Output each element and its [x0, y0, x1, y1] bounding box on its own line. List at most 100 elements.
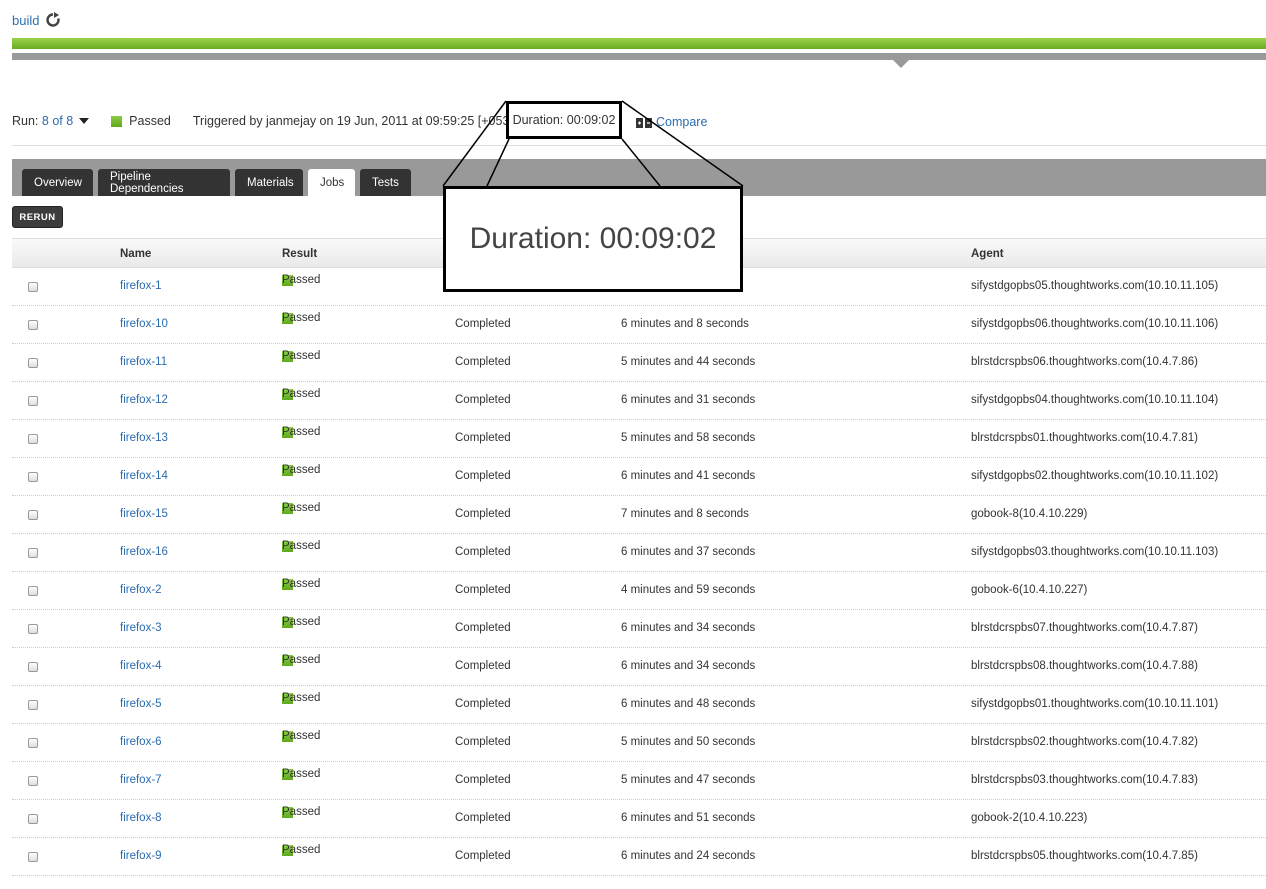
- job-link[interactable]: firefox-14: [120, 470, 168, 482]
- breadcrumb: build: [12, 12, 61, 28]
- row-checkbox[interactable]: [28, 434, 38, 444]
- job-agent: sifystdgopbs03.thoughtworks.com(10.10.11…: [971, 546, 1219, 558]
- job-agent: blrstdcrspbs01.thoughtworks.com(10.4.7.8…: [971, 432, 1198, 444]
- table-row: firefox-3 Passed Completed 6 minutes and 34…: [12, 610, 1266, 648]
- table-row: firefox-7 Passed Completed 5 minutes and 47…: [12, 762, 1266, 800]
- refresh-icon[interactable]: [45, 12, 61, 28]
- header-agent[interactable]: Agent: [971, 248, 1004, 260]
- status-bar-passed: [12, 38, 1266, 49]
- job-agent: gobook-8(10.4.10.229): [971, 508, 1088, 520]
- job-state: Completed: [455, 432, 511, 444]
- row-checkbox[interactable]: [28, 814, 38, 824]
- job-result-text: Passed: [282, 654, 321, 666]
- job-agent: blrstdcrspbs02.thoughtworks.com(10.4.7.8…: [971, 736, 1198, 748]
- tab-jobs[interactable]: Jobs: [308, 169, 355, 196]
- job-link[interactable]: firefox-6: [120, 736, 162, 748]
- job-link[interactable]: firefox-15: [120, 508, 168, 520]
- table-row: firefox-2 Passed Completed 4 minutes and 59…: [12, 572, 1266, 610]
- row-checkbox[interactable]: [28, 624, 38, 634]
- tab-materials[interactable]: Materials: [235, 169, 303, 196]
- row-checkbox[interactable]: [28, 510, 38, 520]
- row-checkbox[interactable]: [28, 776, 38, 786]
- row-checkbox[interactable]: [28, 320, 38, 330]
- row-checkbox[interactable]: [28, 738, 38, 748]
- table-row: firefox-16 Passed Completed 6 minutes and 3…: [12, 534, 1266, 572]
- job-link[interactable]: firefox-16: [120, 546, 168, 558]
- job-link[interactable]: firefox-11: [120, 356, 167, 368]
- job-agent: sifystdgopbs01.thoughtworks.com(10.10.11…: [971, 698, 1219, 710]
- caret-down-icon[interactable]: [79, 118, 90, 124]
- job-link[interactable]: firefox-4: [120, 660, 162, 672]
- compare-link[interactable]: Compare: [656, 115, 707, 129]
- job-link[interactable]: firefox-9: [120, 850, 162, 862]
- jobs-table: Name Result Agent firefox-1 Passed sifystd…: [12, 238, 1266, 876]
- job-state: Completed: [455, 774, 511, 786]
- job-link[interactable]: firefox-8: [120, 812, 162, 824]
- tab-pipeline-dependencies[interactable]: Pipeline Dependencies: [98, 169, 230, 196]
- tab-overview[interactable]: Overview: [22, 169, 93, 196]
- row-checkbox[interactable]: [28, 282, 38, 292]
- rerun-button[interactable]: RERUN: [12, 206, 63, 228]
- job-state: Completed: [455, 470, 511, 482]
- job-duration: 6 minutes and 37 seconds: [621, 546, 756, 558]
- job-link[interactable]: firefox-7: [120, 774, 162, 786]
- run-status: Passed: [129, 114, 171, 128]
- pipeline-link[interactable]: build: [12, 13, 39, 28]
- row-checkbox[interactable]: [28, 396, 38, 406]
- job-link[interactable]: firefox-10: [120, 318, 168, 330]
- job-result-text: Passed: [282, 806, 321, 818]
- job-agent: sifystdgopbs04.thoughtworks.com(10.10.11…: [971, 394, 1219, 406]
- job-link[interactable]: firefox-1: [120, 280, 162, 292]
- row-checkbox[interactable]: [28, 586, 38, 596]
- job-duration: 6 minutes and 48 seconds: [621, 698, 756, 710]
- compare-link-group[interactable]: Compare: [636, 115, 707, 129]
- run-counter-link[interactable]: 8 of 8: [42, 114, 73, 128]
- job-duration: 5 minutes and 47 seconds: [621, 774, 756, 786]
- table-row: firefox-12 Passed Completed 6 minutes and 3…: [12, 382, 1266, 420]
- job-link[interactable]: firefox-5: [120, 698, 162, 710]
- job-duration: 6 minutes and 41 seconds: [621, 470, 756, 482]
- job-agent: gobook-6(10.4.10.227): [971, 584, 1088, 596]
- job-state: Completed: [455, 812, 511, 824]
- tab-tests[interactable]: Tests: [360, 169, 411, 196]
- row-checkbox[interactable]: [28, 548, 38, 558]
- run-label: Run:: [12, 114, 39, 128]
- job-state: Completed: [455, 546, 511, 558]
- job-result-text: Passed: [282, 350, 321, 362]
- row-checkbox[interactable]: [28, 700, 38, 710]
- job-agent: blrstdcrspbs07.thoughtworks.com(10.4.7.8…: [971, 622, 1198, 634]
- job-result-text: Passed: [282, 540, 321, 552]
- compare-icon[interactable]: [636, 117, 652, 128]
- job-link[interactable]: firefox-13: [120, 432, 168, 444]
- job-agent: sifystdgopbs02.thoughtworks.com(10.10.11…: [971, 470, 1219, 482]
- row-checkbox[interactable]: [28, 358, 38, 368]
- job-state: Completed: [455, 736, 511, 748]
- job-duration: 6 minutes and 34 seconds: [621, 660, 756, 672]
- job-result-text: Passed: [282, 464, 321, 476]
- header-result[interactable]: Result: [282, 248, 317, 260]
- job-link[interactable]: firefox-2: [120, 584, 162, 596]
- table-row: firefox-4 Passed Completed 6 minutes and 34…: [12, 648, 1266, 686]
- job-state: Completed: [455, 356, 511, 368]
- job-duration: 7 minutes and 8 seconds: [621, 508, 749, 520]
- job-state: Completed: [455, 622, 511, 634]
- row-checkbox[interactable]: [28, 662, 38, 672]
- table-row: firefox-8 Passed Completed 6 minutes and 51…: [12, 800, 1266, 838]
- zoom-callout: Duration: 00:09:02: [443, 186, 743, 292]
- run-summary: Run: 8 of 8 Passed Triggered by janmejay…: [12, 114, 520, 128]
- job-state: Completed: [455, 508, 511, 520]
- job-result-text: Passed: [282, 312, 321, 324]
- job-link[interactable]: firefox-12: [120, 394, 168, 406]
- row-checkbox[interactable]: [28, 852, 38, 862]
- header-name[interactable]: Name: [120, 248, 151, 260]
- job-duration: 5 minutes and 58 seconds: [621, 432, 756, 444]
- job-agent: blrstdcrspbs05.thoughtworks.com(10.4.7.8…: [971, 850, 1198, 862]
- job-duration: 5 minutes and 44 seconds: [621, 356, 756, 368]
- job-duration: 6 minutes and 51 seconds: [621, 812, 756, 824]
- job-result-text: Passed: [282, 502, 321, 514]
- duration-highlight: Duration: 00:09:02: [506, 101, 622, 139]
- job-state: Completed: [455, 660, 511, 672]
- job-agent: sifystdgopbs05.thoughtworks.com(10.10.11…: [971, 280, 1219, 292]
- job-link[interactable]: firefox-3: [120, 622, 162, 634]
- row-checkbox[interactable]: [28, 472, 38, 482]
